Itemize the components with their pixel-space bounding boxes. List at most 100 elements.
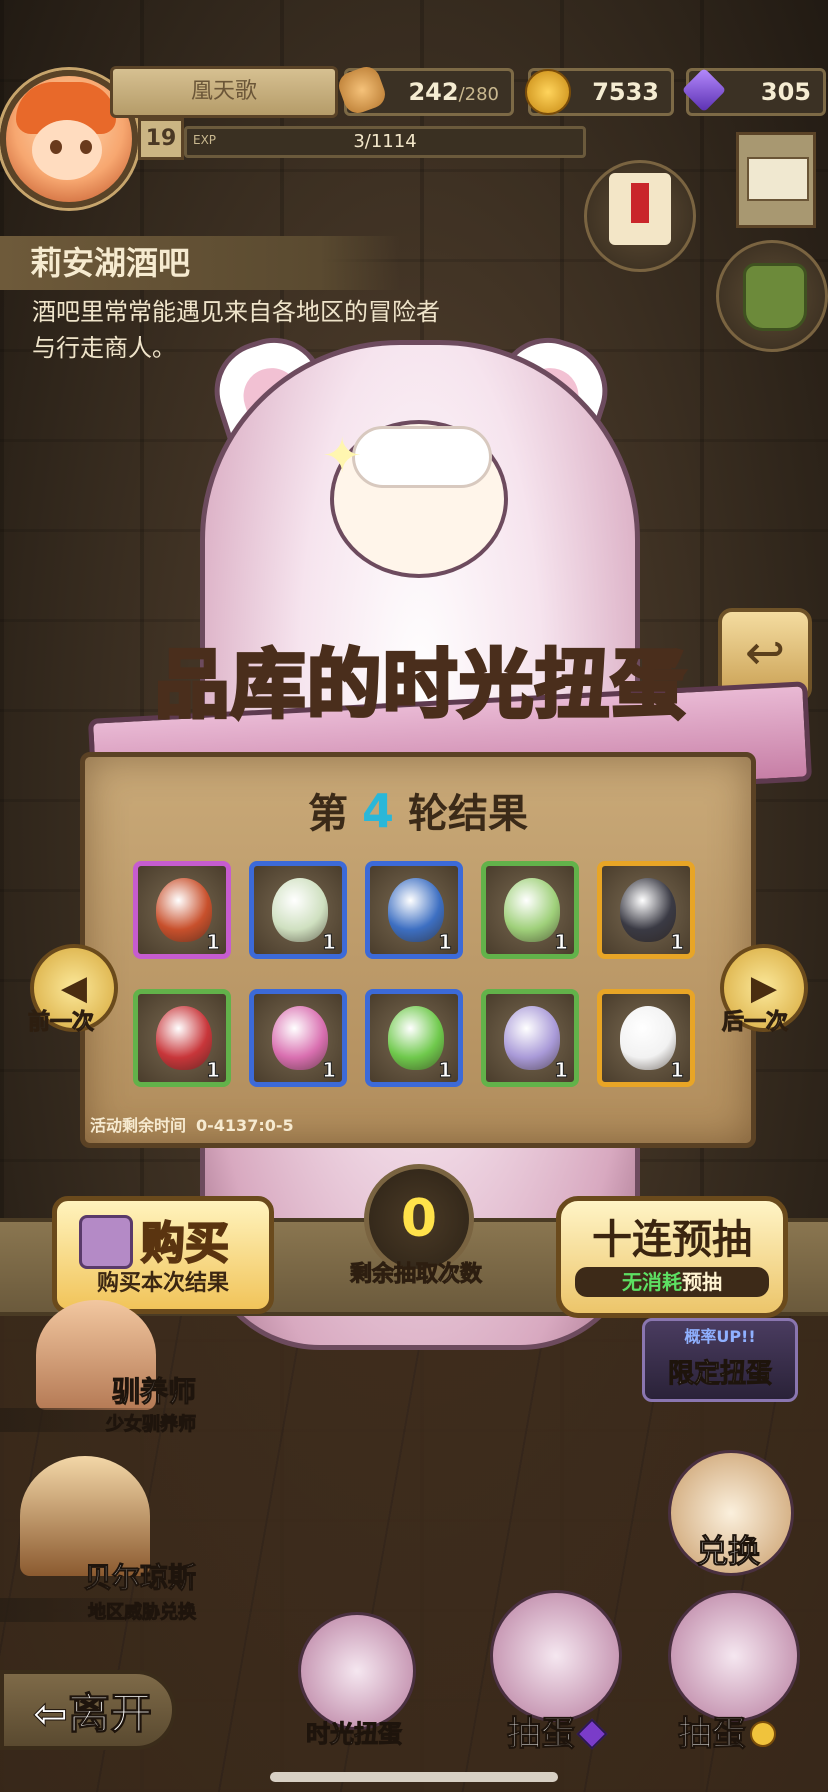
gem-draw-button[interactable] xyxy=(490,1590,622,1722)
gold-coin-icon xyxy=(750,1721,776,1747)
avatar-face xyxy=(32,120,102,180)
scroll-ribbon xyxy=(631,183,649,223)
right-arrow-icon: ▶ xyxy=(750,968,778,1008)
buy-button[interactable]: 购买 购买本次结果 xyxy=(52,1196,274,1314)
limited-gacha-button[interactable]: 概率UP!! 限定扭蛋 xyxy=(642,1318,798,1402)
result-slot[interactable]: 1 xyxy=(597,861,695,959)
exp-value: 3/1114 xyxy=(353,131,417,152)
bread-icon xyxy=(335,63,389,117)
left-arrow-icon: ◀ xyxy=(60,968,88,1008)
purple-gem-icon xyxy=(681,67,727,113)
leave-label: 离开 xyxy=(67,1689,152,1739)
item-count: 1 xyxy=(322,1058,337,1083)
item-count: 1 xyxy=(554,930,569,955)
item-count: 1 xyxy=(554,1058,569,1083)
gold-draw-button[interactable] xyxy=(668,1590,800,1722)
result-slot[interactable]: 1 xyxy=(365,861,463,959)
npc-belljones-name[interactable]: 贝尔琼斯 xyxy=(30,1556,196,1596)
leaf-pod-icon xyxy=(272,878,328,942)
gem-counter[interactable]: 305 xyxy=(681,67,826,116)
exp-bar: EXP 3/1114 xyxy=(184,126,586,158)
timer-value: 0-4137:0-5 xyxy=(196,1116,294,1135)
envelope-icon xyxy=(747,157,809,201)
location-title: 莉安湖酒吧 xyxy=(0,236,400,290)
no-cost-label: 无消耗 xyxy=(622,1270,682,1294)
stamina-counter[interactable]: 242/280 xyxy=(335,63,514,117)
rate-up-tag: 概率UP!! xyxy=(684,1327,756,1346)
result-slot[interactable]: 1 xyxy=(481,989,579,1087)
ten-pull-preview-button[interactable]: 十连预抽 无消耗预抽 xyxy=(556,1196,788,1318)
next-round-label: 后一次 xyxy=(721,1010,789,1036)
title-prefix: 品库的 xyxy=(153,640,383,730)
stamina-value: 242 xyxy=(408,78,459,106)
preview-label: 预抽 xyxy=(682,1270,722,1294)
backpack-button[interactable] xyxy=(716,240,828,352)
gem-value: 305 xyxy=(760,78,811,106)
dark-crystal-egg-icon xyxy=(620,878,676,942)
time-gacha-label: 时光扭蛋 xyxy=(306,1720,403,1749)
gold-counter[interactable]: 7533 xyxy=(525,68,674,116)
event-timer: 活动剩余时间 0-4137:0-5 xyxy=(90,1112,294,1136)
capsule-icon xyxy=(79,1215,133,1269)
result-slot[interactable]: 1 xyxy=(365,989,463,1087)
top-bar: 凰天歌 19 EXP 3/1114 242/280 7533 305 xyxy=(0,60,828,210)
gold-coin-icon xyxy=(525,69,571,115)
exchange-label: 兑换 xyxy=(695,1532,760,1571)
ten-pull-label: 十连预抽 xyxy=(592,1217,752,1263)
green-slime-egg-icon xyxy=(388,1006,444,1070)
round-heading: 第 4 轮结果 xyxy=(85,781,751,839)
item-count: 1 xyxy=(206,930,221,955)
gacha-title: 品库的时光扭蛋 xyxy=(126,620,716,750)
home-indicator[interactable] xyxy=(270,1772,558,1782)
round-suffix: 轮结果 xyxy=(408,791,528,837)
npc-belljones-subtitle: 地区威胁兑换 xyxy=(88,1602,197,1624)
result-slot[interactable]: 1 xyxy=(133,989,231,1087)
results-panel: 第 4 轮结果 1 1 1 1 1 1 1 1 1 1 xyxy=(80,752,756,1148)
ten-pull-sub: 无消耗预抽 xyxy=(575,1267,769,1297)
blue-eye-orb-icon xyxy=(388,878,444,942)
previous-round-label: 前一次 xyxy=(27,1010,95,1036)
return-arrow-icon: ↩ xyxy=(744,625,786,681)
back-arrow-icon: ⇦ xyxy=(32,1689,68,1739)
player-name: 凰天歌 xyxy=(110,66,338,118)
quest-scroll-button[interactable] xyxy=(584,160,696,272)
item-count: 1 xyxy=(438,1058,453,1083)
gold-value: 7533 xyxy=(592,78,659,106)
player-level: 19 xyxy=(138,118,184,160)
result-slot[interactable]: 1 xyxy=(481,861,579,959)
gem-draw-label: 抽蛋 xyxy=(480,1706,630,1755)
red-pattern-egg-icon xyxy=(156,1006,212,1070)
title-suffix: 扭蛋 xyxy=(533,640,687,730)
stamina-max: /280 xyxy=(458,84,499,105)
round-number: 4 xyxy=(361,784,394,838)
remaining-draws-label: 剩余抽取次数 xyxy=(349,1262,482,1288)
green-scarf-egg-icon xyxy=(504,878,560,942)
buy-label: 购买 xyxy=(140,1217,230,1270)
item-count: 1 xyxy=(322,930,337,955)
limited-gacha-label: 限定扭蛋 xyxy=(667,1359,772,1390)
time-gacha-button[interactable] xyxy=(298,1612,416,1730)
buy-sub-label: 购买本次结果 xyxy=(96,1271,229,1296)
gold-draw-label: 抽蛋 xyxy=(652,1706,802,1755)
feather-egg-icon xyxy=(156,878,212,942)
lavender-bud-icon xyxy=(504,1006,560,1070)
avatar-eye xyxy=(80,140,92,154)
item-count: 1 xyxy=(670,930,685,955)
timer-label: 活动剩余时间 xyxy=(90,1116,187,1135)
purple-gem-icon xyxy=(576,1718,608,1750)
npc-tamer-subtitle: 少女驯养师 xyxy=(106,1414,197,1436)
leave-button[interactable]: ⇦离开 xyxy=(0,1670,176,1750)
result-slot[interactable]: 1 xyxy=(249,989,347,1087)
round-prefix: 第 xyxy=(307,791,348,837)
title-accent: 时光 xyxy=(381,640,535,730)
item-count: 1 xyxy=(206,1058,221,1083)
result-slot[interactable]: 1 xyxy=(133,861,231,959)
mail-button[interactable] xyxy=(736,132,816,228)
avatar-eye xyxy=(50,140,62,154)
backpack-icon xyxy=(743,263,807,331)
item-count: 1 xyxy=(438,930,453,955)
npc-tamer-name[interactable]: 驯养师 xyxy=(40,1370,196,1410)
result-slot[interactable]: 1 xyxy=(597,989,695,1087)
item-count: 1 xyxy=(670,1058,685,1083)
result-slot[interactable]: 1 xyxy=(249,861,347,959)
